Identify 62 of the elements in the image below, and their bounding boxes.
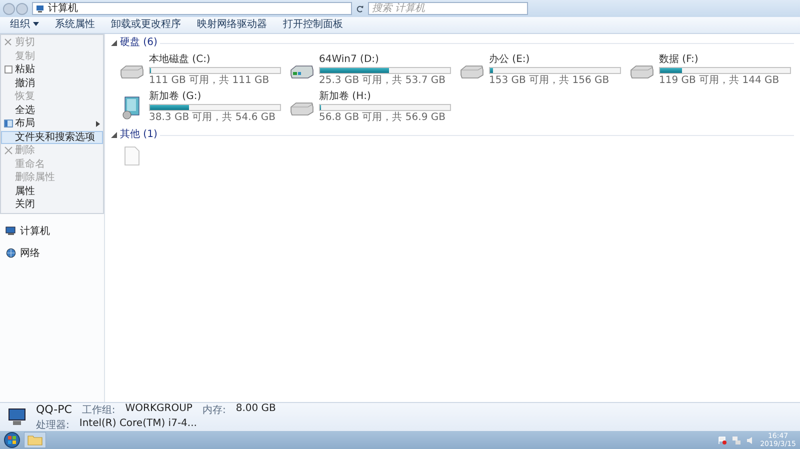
address-bar[interactable]: 计算机 [32, 2, 352, 15]
hard-drive-icon [460, 62, 484, 78]
hard-drive-icon [290, 62, 314, 78]
flag-icon[interactable] [718, 436, 728, 444]
field-label: 处理器: [36, 418, 70, 432]
drive-name[interactable]: 新加卷 (G:) [149, 91, 279, 103]
start-button[interactable] [4, 432, 20, 448]
drive-name[interactable]: 办公 (E:) [489, 54, 619, 66]
clipboard-icon [4, 65, 13, 74]
refresh-icon[interactable] [356, 4, 364, 12]
field-label: 工作组: [82, 404, 116, 416]
address-path: 计算机 [48, 3, 78, 14]
free-space-text: 56.8 GB 可用，共 56.9 GB [319, 112, 446, 124]
drive-name[interactable]: 64Win7 (D:) [319, 54, 449, 66]
caret-icon [33, 22, 39, 26]
field-value: 8.00 GB [236, 402, 276, 416]
free-space-text: 119 GB 可用，共 144 GB [659, 75, 780, 87]
menu-item[interactable]: 全选 [1, 104, 103, 117]
delete-icon [4, 146, 13, 156]
menu-item[interactable]: 撤消 [1, 76, 103, 90]
layout-icon [4, 119, 13, 128]
menu-item[interactable]: 布局 [1, 117, 103, 130]
computer-icon [36, 4, 45, 12]
submenu-arrow-icon [96, 120, 100, 127]
menu-item[interactable]: 粘贴 [1, 63, 103, 76]
hard-drive-icon [120, 62, 144, 78]
hard-drive-icon [630, 62, 654, 78]
toolbar-button[interactable]: 卸载或更改程序 [105, 18, 187, 32]
computer-icon [5, 226, 17, 236]
expand-arrow-icon[interactable] [111, 40, 117, 46]
free-space-text: 38.3 GB 可用，共 54.6 GB [149, 112, 276, 124]
field-value: Intel(R) Core(TM) i7-4... [79, 418, 197, 430]
group-header[interactable]: 其他 (1) [120, 129, 158, 141]
menu-item[interactable]: 文件夹和搜索选项 [1, 130, 103, 144]
toolbar-button[interactable]: 组织 [4, 18, 45, 32]
back-button[interactable] [3, 2, 15, 14]
software-box-icon [122, 96, 142, 120]
field-value: WORKGROUP [125, 402, 192, 416]
computer-name: QQ-PC [36, 402, 72, 416]
forward-button[interactable] [16, 2, 28, 14]
drive-name[interactable]: 数据 (F:) [659, 54, 789, 66]
menu-item[interactable]: 关闭 [1, 198, 103, 212]
network-icon[interactable] [732, 436, 742, 444]
network-icon [5, 248, 17, 258]
toolbar-button[interactable]: 系统属性 [49, 18, 101, 32]
computer-icon [6, 407, 28, 427]
expand-arrow-icon[interactable] [111, 132, 117, 138]
free-space-text: 25.3 GB 可用，共 53.7 GB [319, 75, 446, 87]
toolbar-button[interactable]: 映射网络驱动器 [191, 18, 273, 32]
menu-item[interactable]: 属性 [1, 184, 103, 198]
file-icon[interactable] [124, 146, 140, 166]
group-header[interactable]: 硬盘 (6) [120, 37, 158, 49]
nav-item[interactable]: 网络 [0, 246, 104, 260]
nav-item[interactable]: 计算机 [0, 224, 104, 238]
search-field[interactable]: 搜索 计算机 [368, 2, 528, 15]
toolbar-button[interactable]: 打开控制面板 [277, 18, 349, 32]
field-label: 内存: [202, 404, 226, 416]
free-space-text: 153 GB 可用，共 156 GB [489, 75, 610, 87]
free-space-text: 111 GB 可用，共 111 GB [149, 75, 270, 87]
drive-name[interactable]: 本地磁盘 (C:) [149, 54, 279, 66]
hard-drive-icon [290, 100, 314, 116]
drive-name[interactable]: 新加卷 (H:) [319, 91, 449, 103]
